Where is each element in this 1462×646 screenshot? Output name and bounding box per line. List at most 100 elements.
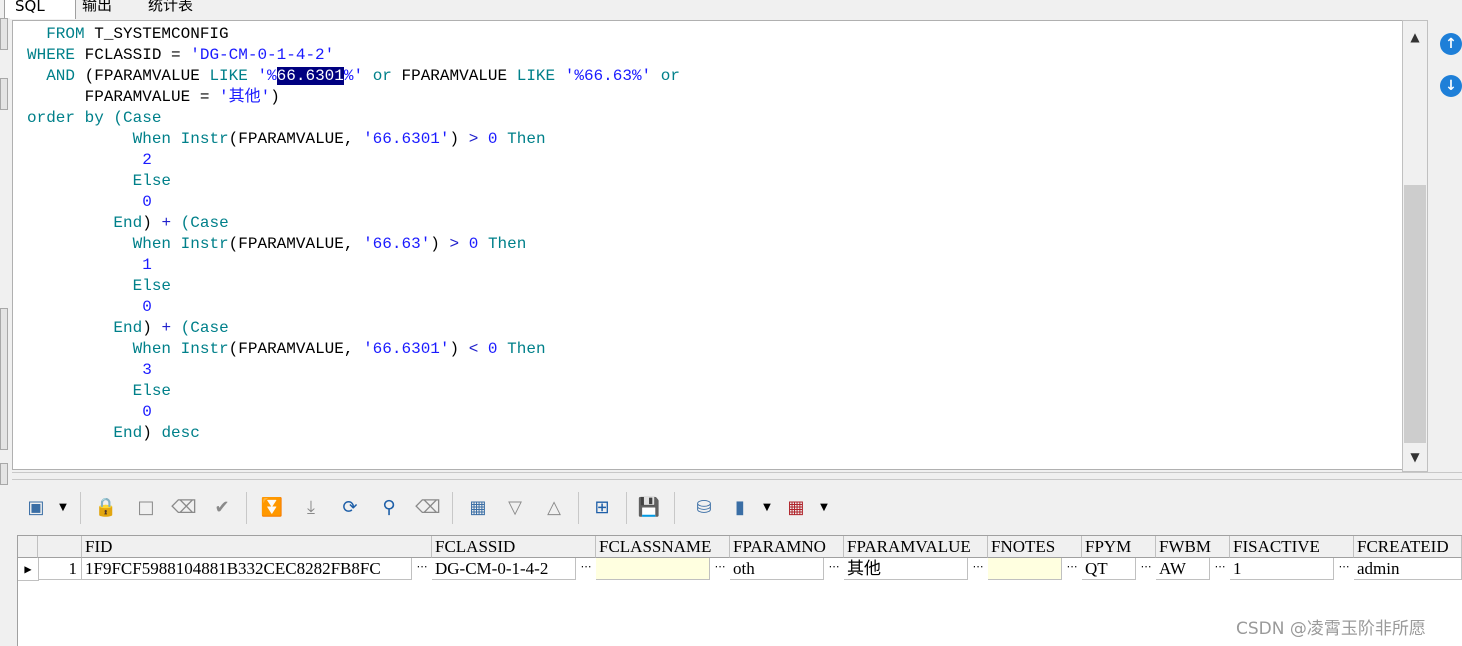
sql-line[interactable]: 2 xyxy=(27,150,680,171)
column-header-fclassname[interactable]: FCLASSNAME xyxy=(596,536,730,558)
cell-fcreateid[interactable]: admin xyxy=(1354,558,1462,580)
sql-line[interactable]: FPARAMVALUE = '其他') xyxy=(27,87,680,108)
previous-record-icon[interactable]: ▽ xyxy=(501,494,529,522)
column-header-fnotes[interactable]: FNOTES xyxy=(988,536,1082,558)
sql-token: End xyxy=(113,424,143,442)
refresh-icon[interactable]: ⟳ xyxy=(336,494,364,522)
cell-editor-button[interactable]: ⋯ xyxy=(1210,558,1230,580)
dropdown-arrow-icon[interactable]: ▼ xyxy=(760,494,774,522)
cell-editor-button[interactable]: ⋯ xyxy=(710,558,730,580)
sql-line[interactable]: order by (Case xyxy=(27,108,680,129)
insert-record-icon[interactable]: □ xyxy=(132,494,160,522)
cell-fclassid[interactable]: DG-CM-0-1-4-2 xyxy=(432,558,576,580)
cell-fparamvalue[interactable]: 其他 xyxy=(844,558,968,580)
results-toolbar: ▣ ▼ 🔒 □ ⌫ ✔ ⏬ ⤓ ⟳ ⚲ ⌫ ▦ ▽ △ ⊞ 💾 ⛁ ▮ ▼ ▦ … xyxy=(14,486,1454,532)
next-record-icon[interactable]: △ xyxy=(540,494,568,522)
cell-fisactive[interactable]: 1 xyxy=(1230,558,1334,580)
scrollbar-thumb[interactable] xyxy=(1404,185,1426,443)
column-header-fid[interactable]: FID xyxy=(82,536,432,558)
export-icon[interactable]: ⛁ xyxy=(690,494,718,522)
sql-token: FROM xyxy=(46,25,85,43)
sql-token: '%66.63%' xyxy=(564,67,652,85)
table-icon[interactable]: ▦ xyxy=(782,494,810,522)
sql-line[interactable]: Else xyxy=(27,171,680,192)
scroll-down-icon[interactable]: ▼ xyxy=(1407,449,1423,465)
column-header-label: FWBM xyxy=(1159,537,1211,556)
tab-output[interactable]: 输出 xyxy=(82,0,132,18)
sql-token: (Case xyxy=(113,109,162,127)
fetch-next-page-icon[interactable]: ⏬ xyxy=(258,494,286,522)
sql-code[interactable]: FROM T_SYSTEMCONFIG WHERE FCLASSID = 'DG-… xyxy=(27,24,680,444)
cell-fclassname[interactable] xyxy=(596,558,710,580)
sql-line[interactable]: End) + (Case xyxy=(27,213,680,234)
sql-token: 0 xyxy=(142,193,152,211)
cell-editor-button[interactable]: ⋯ xyxy=(1334,558,1354,580)
lock-icon[interactable]: 🔒 xyxy=(92,494,120,522)
watermark: CSDN @凌霄玉阶非所愿 xyxy=(1236,619,1426,639)
sql-token: Instr xyxy=(180,235,229,253)
find-icon[interactable]: ⚲ xyxy=(375,494,403,522)
dropdown-arrow-icon[interactable]: ▼ xyxy=(817,494,831,522)
sql-token: Instr xyxy=(180,340,229,358)
sql-line[interactable]: 3 xyxy=(27,360,680,381)
clear-icon[interactable]: ⌫ xyxy=(414,494,442,522)
cell-editor-button[interactable]: ⋯ xyxy=(824,558,844,580)
sql-line[interactable]: End) desc xyxy=(27,423,680,444)
sql-line[interactable]: When Instr(FPARAMVALUE, '66.6301') < 0 T… xyxy=(27,339,680,360)
sql-line[interactable]: AND (FPARAMVALUE LIKE '%66.6301%' or FPA… xyxy=(27,66,680,87)
sql-line[interactable]: Else xyxy=(27,276,680,297)
column-header-fparamvalue[interactable]: FPARAMVALUE xyxy=(844,536,988,558)
tab-statistics[interactable]: 统计表 xyxy=(148,0,218,18)
sql-line[interactable]: 0 xyxy=(27,297,680,318)
scroll-up-icon[interactable]: ▲ xyxy=(1407,29,1423,45)
column-header-fisactive[interactable]: FISACTIVE xyxy=(1230,536,1354,558)
fetch-all-icon[interactable]: ⤓ xyxy=(297,494,325,522)
editor-scrollbar[interactable]: ▲ ▼ xyxy=(1402,20,1428,472)
dropdown-arrow-icon[interactable]: ▼ xyxy=(56,494,70,522)
column-header-fclassid[interactable]: FCLASSID xyxy=(432,536,596,558)
save-icon[interactable]: 💾 xyxy=(635,494,663,522)
tab-sql[interactable]: SQL xyxy=(4,0,76,19)
cell-fwbm[interactable]: AW xyxy=(1156,558,1210,580)
sql-line[interactable]: Else xyxy=(27,381,680,402)
select-grid-icon[interactable]: ▣ xyxy=(22,494,50,522)
cell-fnotes[interactable] xyxy=(988,558,1062,580)
post-record-icon[interactable]: ✔ xyxy=(208,494,236,522)
chart-icon[interactable]: ▮ xyxy=(726,494,754,522)
tree-view-icon[interactable]: ⊞ xyxy=(588,494,616,522)
sql-line[interactable]: End) + (Case xyxy=(27,318,680,339)
sql-line[interactable]: 0 xyxy=(27,192,680,213)
sql-line[interactable]: When Instr(FPARAMVALUE, '66.63') > 0 The… xyxy=(27,234,680,255)
cell-fpym[interactable]: QT xyxy=(1082,558,1136,580)
cell-editor-button[interactable]: ⋯ xyxy=(1062,558,1082,580)
column-header-fparamno[interactable]: FPARAMNO xyxy=(730,536,844,558)
column-header-fcreateid[interactable]: FCREATEID xyxy=(1354,536,1462,558)
cell-fparamno[interactable]: oth xyxy=(730,558,824,580)
panel-splitter[interactable] xyxy=(12,472,1462,480)
side-marker xyxy=(0,18,8,50)
sql-line[interactable]: 0 xyxy=(27,402,680,423)
cell-editor-button[interactable]: ⋯ xyxy=(1136,558,1156,580)
delete-record-icon[interactable]: ⌫ xyxy=(170,494,198,522)
column-header-fwbm[interactable]: FWBM xyxy=(1156,536,1230,558)
next-statement-icon[interactable]: ↓ xyxy=(1440,75,1462,97)
sql-token: desc xyxy=(161,424,200,442)
cell-editor-button[interactable]: ⋯ xyxy=(576,558,596,580)
previous-statement-icon[interactable]: ↑ xyxy=(1440,33,1462,55)
column-header-label: FCLASSID xyxy=(435,537,516,556)
save-results-icon[interactable]: ▦ xyxy=(464,494,492,522)
sql-line[interactable]: When Instr(FPARAMVALUE, '66.6301') > 0 T… xyxy=(27,129,680,150)
sql-line[interactable]: 1 xyxy=(27,255,680,276)
column-header-fpym[interactable]: FPYM xyxy=(1082,536,1156,558)
sql-line[interactable]: FROM T_SYSTEMCONFIG xyxy=(27,24,680,45)
sql-editor[interactable]: FROM T_SYSTEMCONFIG WHERE FCLASSID = 'DG-… xyxy=(12,20,1404,470)
cell-editor-button[interactable]: ⋯ xyxy=(412,558,432,580)
cell-fid[interactable]: 1F9FCF5988104881B332CEC8282FB8FC xyxy=(82,558,412,580)
cell-editor-button[interactable]: ⋯ xyxy=(968,558,988,580)
sql-line[interactable]: WHERE FCLASSID = 'DG-CM-0-1-4-2' xyxy=(27,45,680,66)
sql-token: < xyxy=(468,340,479,358)
